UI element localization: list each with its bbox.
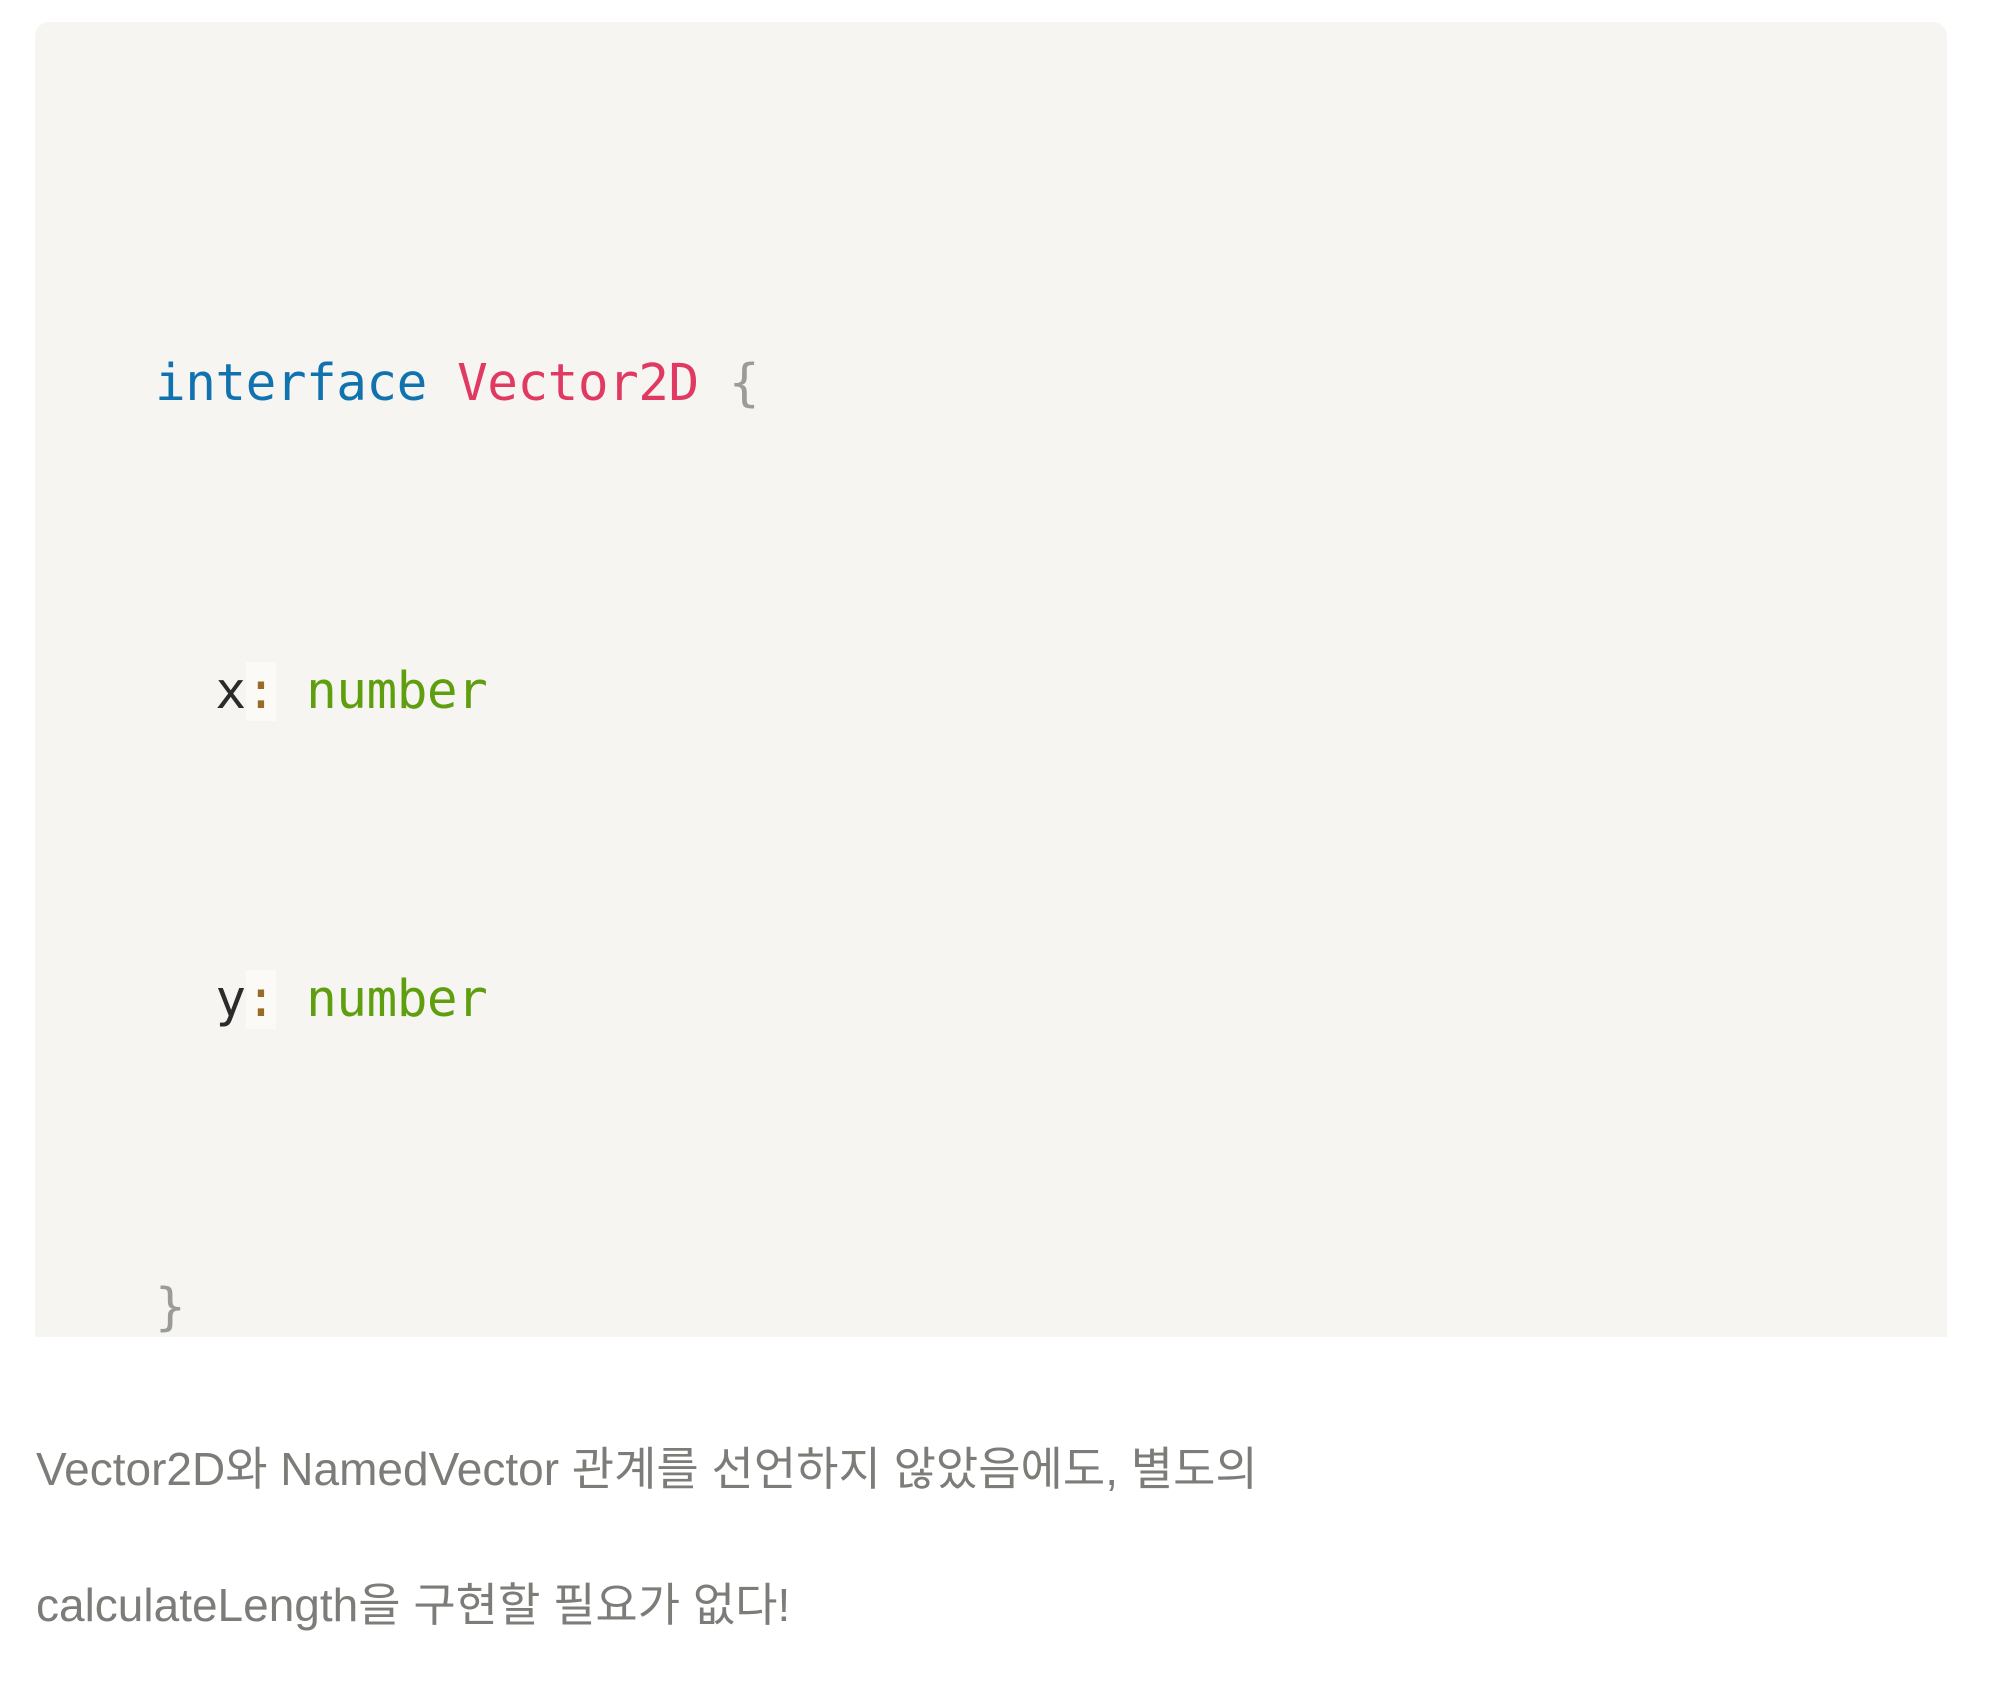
punct-colon: : <box>245 970 276 1029</box>
code-line: x: number <box>155 653 1666 730</box>
ident-y: y <box>215 970 246 1029</box>
punct-colon: : <box>245 662 276 721</box>
code-line: interface Vector2D { <box>155 345 1666 422</box>
caption-line-1: Vector2D와 NamedVector 관계를 선언하지 않았음에도, 별도… <box>36 1443 1258 1495</box>
type-vector2d: Vector2D <box>457 354 699 413</box>
brace-open-icon: { <box>728 354 760 413</box>
page-root: interface Vector2D { x: number y: number… <box>0 0 2000 1631</box>
code-content[interactable]: interface Vector2D { x: number y: number… <box>155 114 1666 1337</box>
ident-x: x <box>215 662 246 721</box>
brace-close-icon: } <box>155 1278 186 1337</box>
builtin-number: number <box>306 970 488 1029</box>
caption-line-2: calculateLength을 구현할 필요가 없다! <box>36 1579 791 1631</box>
keyword-interface: interface <box>155 354 427 413</box>
caption-text: Vector2D와 NamedVector 관계를 선언하지 않았음에도, 별도… <box>36 1367 1836 1707</box>
code-line: } <box>155 1269 1666 1337</box>
code-line: y: number <box>155 961 1666 1038</box>
code-block: interface Vector2D { x: number y: number… <box>35 22 1947 1337</box>
builtin-number: number <box>306 662 488 721</box>
